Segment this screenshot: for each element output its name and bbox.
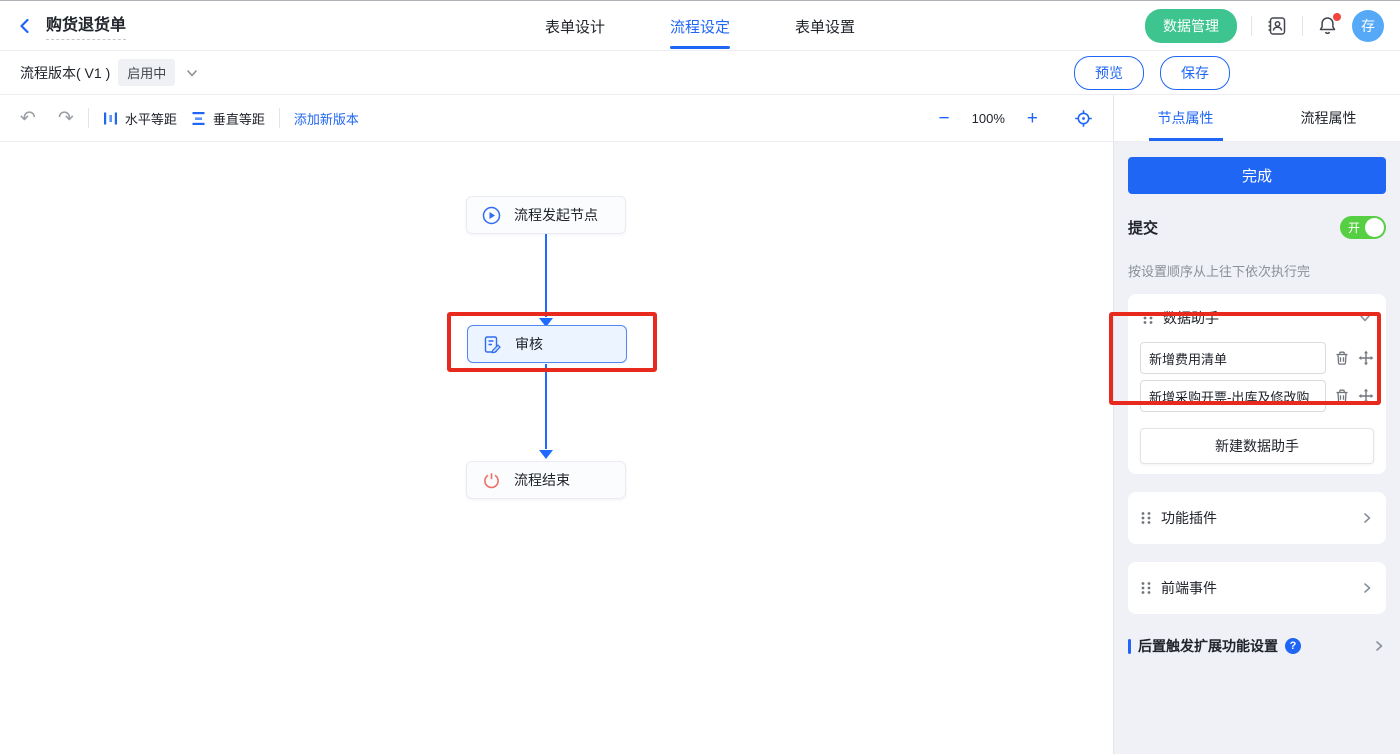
drag-handle-icon[interactable] bbox=[1142, 311, 1154, 325]
horizontal-spacing-button[interactable]: 水平等距 bbox=[103, 109, 177, 128]
tab-flow-properties[interactable]: 流程属性 bbox=[1257, 95, 1400, 141]
avatar[interactable]: 存 bbox=[1352, 10, 1384, 42]
redo-icon[interactable]: ↷ bbox=[58, 109, 74, 128]
data-assistant-title: 数据助手 bbox=[1163, 308, 1349, 328]
main-tabs: 表单设计 流程设定 表单设置 bbox=[545, 1, 855, 51]
delete-icon[interactable] bbox=[1334, 350, 1350, 366]
node-label: 流程结束 bbox=[514, 470, 570, 490]
notification-badge bbox=[1333, 13, 1341, 21]
data-manage-button[interactable]: 数据管理 bbox=[1145, 9, 1237, 43]
preview-button[interactable]: 预览 bbox=[1074, 56, 1144, 90]
data-assistant-item-name[interactable]: 新增费用清单 bbox=[1140, 342, 1326, 374]
version-bar: 流程版本( V1 ) 启用中 预览 保存 bbox=[0, 51, 1400, 95]
version-dropdown-icon[interactable] bbox=[185, 66, 199, 80]
divider bbox=[1251, 16, 1252, 36]
complete-button[interactable]: 完成 bbox=[1128, 157, 1386, 194]
save-button[interactable]: 保存 bbox=[1160, 56, 1230, 90]
submit-label: 提交 bbox=[1128, 217, 1158, 238]
back-icon[interactable] bbox=[16, 17, 34, 35]
flow-version-label: 流程版本( V1 ) bbox=[20, 63, 110, 83]
flow-edge bbox=[545, 364, 547, 449]
flow-node-review[interactable]: 审核 bbox=[467, 325, 627, 363]
data-assistant-item-name[interactable]: 新增采购开票-出库及修改购 bbox=[1140, 380, 1326, 412]
properties-panel: 节点属性 流程属性 完成 提交 开 按设置顺序从上往下依次执行完 bbox=[1113, 95, 1400, 754]
status-badge: 启用中 bbox=[118, 59, 175, 86]
execution-order-hint: 按设置顺序从上往下依次执行完 bbox=[1128, 261, 1386, 280]
tab-form-config[interactable]: 表单设置 bbox=[795, 1, 855, 51]
drag-handle-icon[interactable] bbox=[1140, 581, 1152, 595]
delete-icon[interactable] bbox=[1334, 388, 1350, 404]
flow-edge-arrowhead bbox=[539, 450, 553, 459]
address-book-icon[interactable] bbox=[1266, 15, 1288, 37]
flow-diagram: 流程发起节点 审核 bbox=[0, 142, 1113, 754]
section-label: 前端事件 bbox=[1161, 578, 1351, 598]
node-label: 流程发起节点 bbox=[514, 205, 598, 225]
undo-icon[interactable]: ↶ bbox=[20, 109, 36, 128]
divider bbox=[1302, 16, 1303, 36]
zoom-out-icon[interactable]: − bbox=[939, 109, 950, 128]
canvas-toolbar: ↶ ↷ 水平等距 垂直等距 添加新版本 bbox=[0, 95, 1113, 142]
new-data-assistant-button[interactable]: 新建数据助手 bbox=[1140, 428, 1374, 464]
submit-toggle[interactable]: 开 bbox=[1340, 216, 1386, 239]
play-circle-icon bbox=[482, 206, 501, 225]
post-trigger-label: 后置触发扩展功能设置 bbox=[1138, 636, 1278, 656]
chevron-right-icon bbox=[1360, 581, 1374, 595]
section-accent-bar bbox=[1128, 639, 1131, 654]
data-assistant-item: 新增采购开票-出库及修改购 bbox=[1140, 380, 1374, 412]
top-header: 购货退货单 表单设计 流程设定 表单设置 数据管理 存 bbox=[0, 1, 1400, 51]
zoom-level: 100% bbox=[972, 111, 1005, 126]
panel-tabs: 节点属性 流程属性 bbox=[1114, 95, 1400, 142]
help-icon[interactable]: ? bbox=[1285, 638, 1301, 654]
data-assistant-card: 数据助手 新增费用清单 bbox=[1128, 294, 1386, 474]
divider bbox=[88, 108, 89, 128]
add-new-version-link[interactable]: 添加新版本 bbox=[294, 109, 359, 128]
zoom-in-icon[interactable]: + bbox=[1027, 109, 1038, 128]
node-label: 审核 bbox=[515, 334, 543, 354]
locate-center-icon[interactable] bbox=[1074, 109, 1093, 128]
horizontal-spacing-icon bbox=[103, 111, 118, 126]
section-frontend-events[interactable]: 前端事件 bbox=[1128, 562, 1386, 614]
document-edit-icon bbox=[483, 335, 502, 354]
chevron-down-icon[interactable] bbox=[1358, 311, 1372, 325]
flow-node-end[interactable]: 流程结束 bbox=[466, 461, 626, 499]
post-trigger-settings[interactable]: 后置触发扩展功能设置 ? bbox=[1128, 636, 1386, 656]
flow-edge bbox=[545, 234, 547, 317]
move-icon[interactable] bbox=[1358, 350, 1374, 366]
tab-flow-settings[interactable]: 流程设定 bbox=[670, 1, 730, 51]
divider bbox=[279, 108, 280, 128]
data-assistant-item: 新增费用清单 bbox=[1140, 342, 1374, 374]
drag-handle-icon[interactable] bbox=[1140, 511, 1152, 525]
vertical-spacing-icon bbox=[191, 111, 206, 126]
power-icon bbox=[482, 471, 501, 490]
toggle-knob bbox=[1365, 218, 1384, 237]
toggle-on-text: 开 bbox=[1348, 219, 1360, 236]
section-label: 功能插件 bbox=[1161, 508, 1351, 528]
section-function-plugin[interactable]: 功能插件 bbox=[1128, 492, 1386, 544]
flow-canvas-area: ↶ ↷ 水平等距 垂直等距 添加新版本 bbox=[0, 95, 1113, 754]
move-icon[interactable] bbox=[1358, 388, 1374, 404]
tab-node-properties[interactable]: 节点属性 bbox=[1114, 95, 1257, 141]
flow-node-start[interactable]: 流程发起节点 bbox=[466, 196, 626, 234]
notification-bell-icon[interactable] bbox=[1317, 15, 1338, 36]
page-title[interactable]: 购货退货单 bbox=[46, 11, 126, 40]
vertical-spacing-button[interactable]: 垂直等距 bbox=[191, 109, 265, 128]
chevron-right-icon bbox=[1372, 639, 1386, 653]
chevron-right-icon bbox=[1360, 511, 1374, 525]
tab-form-design[interactable]: 表单设计 bbox=[545, 1, 605, 51]
